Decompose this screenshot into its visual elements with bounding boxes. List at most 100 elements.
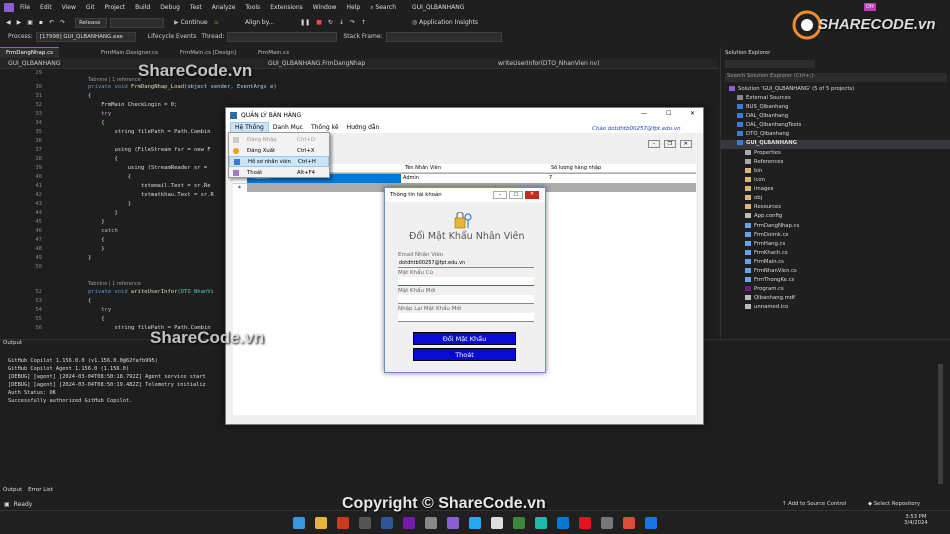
dialog-minimize-icon[interactable]: – xyxy=(493,191,507,199)
menu-item-ho-so-nhan-vien[interactable]: Hồ sơ nhân viên Ctrl+H xyxy=(229,156,329,167)
thread-select[interactable] xyxy=(227,31,338,42)
tree-item[interactable]: DTO_Qlbanhang xyxy=(737,131,789,137)
app-icon[interactable] xyxy=(359,516,371,529)
codelens[interactable]: Tabnine | 1 reference xyxy=(88,281,141,287)
dialog-titlebar[interactable]: Thông tin tài khoản – ☐ ✕ xyxy=(385,188,545,202)
menu-tools[interactable]: Tools xyxy=(245,4,260,11)
tree-item[interactable]: Resources xyxy=(745,204,781,210)
codelens[interactable]: Tabnine | 1 reference xyxy=(88,77,141,83)
tree-item[interactable]: obj xyxy=(745,195,762,201)
header-ten-nhan-vien[interactable]: Tên Nhân Viên xyxy=(405,165,441,171)
tree-item[interactable]: Solution 'GUI_QLBANHANG' (5 of 5 project… xyxy=(729,86,854,92)
restart-icon[interactable]: ↻ xyxy=(328,19,333,26)
tree-item[interactable]: FrmDoimk.cs xyxy=(745,232,788,238)
menu-item-thoat[interactable]: Thoát Alt+F4 xyxy=(229,167,329,178)
vs-logo-icon[interactable] xyxy=(4,3,14,12)
stop-icon[interactable]: ■ xyxy=(316,19,322,26)
tree-item[interactable]: DAL_Qlbanhang xyxy=(737,113,788,119)
cell-qty[interactable]: 7 xyxy=(549,175,552,181)
nav-member[interactable]: writeUserInfor(DTO_NhanVien nv) xyxy=(498,60,599,67)
continue-button[interactable]: ▶ Continue xyxy=(174,19,208,26)
cell-name[interactable]: Admin xyxy=(403,175,419,181)
minimize-icon[interactable]: — xyxy=(641,110,647,117)
child-close-icon[interactable]: ✕ xyxy=(679,140,692,148)
confirm-password-field[interactable] xyxy=(398,313,534,322)
tree-item[interactable]: FrmThongKe.cs xyxy=(745,277,794,283)
config-select[interactable]: Release xyxy=(75,17,108,28)
solution-search-input[interactable]: Search Solution Explorer (Ctrl+;) xyxy=(725,73,947,82)
change-password-button[interactable]: Đổi Mật Khẩu xyxy=(413,332,516,345)
app-icon[interactable] xyxy=(557,516,569,529)
tab-frmmain-cs[interactable]: FrmMain.cs xyxy=(252,47,295,58)
powerpoint-icon[interactable] xyxy=(337,516,349,529)
app-icon[interactable] xyxy=(601,516,613,529)
align-by[interactable]: Align by... xyxy=(245,19,274,26)
github-icon[interactable] xyxy=(491,516,503,529)
tree-item[interactable]: Qlbanhang.mdf xyxy=(745,295,795,301)
edge-icon[interactable] xyxy=(535,516,547,529)
menu-item-dang-xuat[interactable]: Đăng Xuất Ctrl+X xyxy=(229,145,329,156)
tree-item[interactable]: References xyxy=(745,159,783,165)
tree-item[interactable]: icon xyxy=(745,177,765,183)
tree-item[interactable]: FrmNhanVien.cs xyxy=(745,268,797,274)
tree-item[interactable]: FrmMain.cs xyxy=(745,259,784,265)
tree-item[interactable]: External Sources xyxy=(737,95,791,101)
menu-file[interactable]: File xyxy=(20,4,30,11)
chrome-icon[interactable] xyxy=(623,516,635,529)
onenote-icon[interactable] xyxy=(403,516,415,529)
menu-analyze[interactable]: Analyze xyxy=(212,4,236,11)
hot-reload-icon[interactable]: ♨ xyxy=(214,19,219,26)
process-select[interactable]: [17998] GUI_QLBANHANG.exe xyxy=(35,31,136,42)
tab-frmmain-designer-cs[interactable]: FrmMain.Designer.cs xyxy=(95,47,164,58)
menu-test[interactable]: Test xyxy=(190,4,202,11)
visual-studio-icon[interactable] xyxy=(447,516,459,529)
menu-git[interactable]: Git xyxy=(86,4,95,11)
tree-item[interactable]: unnamed.ico xyxy=(745,304,788,310)
step-into-icon[interactable]: ↓ xyxy=(339,19,344,26)
tab-frmmain-design[interactable]: FrmMain.cs [Design] xyxy=(174,47,242,58)
undo-icon[interactable]: ↶ xyxy=(49,19,54,26)
tree-item[interactable]: DAL_QlbanhangTests xyxy=(737,122,801,128)
redo-icon[interactable]: ↷ xyxy=(60,19,65,26)
stack-frame-select[interactable] xyxy=(385,31,502,42)
pause-icon[interactable]: ❚❚ xyxy=(300,19,310,26)
vscode-icon[interactable] xyxy=(469,516,481,529)
menu-build[interactable]: Build xyxy=(135,4,150,11)
nav-class[interactable]: GUI_QLBANHANG.FrmDangNhap xyxy=(268,60,468,67)
tree-item[interactable]: FrmHang.cs xyxy=(745,241,785,247)
dialog-maximize-icon[interactable]: ☐ xyxy=(509,191,523,199)
exit-button[interactable]: Thoát xyxy=(413,348,516,361)
tree-item[interactable]: BUS_Qlbanhang xyxy=(737,104,788,110)
search-box[interactable]: ⌕ Search xyxy=(370,4,396,12)
menu-huong-dan[interactable]: Hướng dẫn xyxy=(343,122,384,133)
app-icon[interactable] xyxy=(579,516,591,529)
email-field[interactable]: dotdhtb00257@fpt.edu.vn xyxy=(398,259,534,268)
tree-item[interactable]: Properties xyxy=(745,150,781,156)
app-titlebar[interactable]: QUẢN LÝ BÁN HÀNG — ☐ ✕ xyxy=(226,108,703,122)
lifecycle-events[interactable]: Lifecycle Events xyxy=(148,33,197,40)
tree-item[interactable]: bin xyxy=(745,168,762,174)
maximize-icon[interactable]: ☐ xyxy=(666,110,671,117)
new-row[interactable]: * xyxy=(233,183,247,192)
menu-help[interactable]: Help xyxy=(346,4,360,11)
tree-item-selected[interactable]: GUI_QLBANHANG xyxy=(721,140,950,149)
tree-item[interactable]: FrmKhach.cs xyxy=(745,250,788,256)
start-icon[interactable] xyxy=(293,516,305,529)
add-source-control[interactable]: ↑ Add to Source Control xyxy=(782,501,846,507)
back-icon[interactable]: ◀ xyxy=(6,19,11,26)
menu-edit[interactable]: Edit xyxy=(40,4,52,11)
new-file-icon[interactable]: ▣ xyxy=(27,19,33,26)
header-so-luong[interactable]: Số lượng hàng nhập xyxy=(551,165,601,171)
menu-project[interactable]: Project xyxy=(105,4,126,11)
app-icon[interactable] xyxy=(425,516,437,529)
dialog-close-icon[interactable]: ✕ xyxy=(525,191,539,199)
running-app-icon[interactable] xyxy=(645,516,657,529)
old-password-field[interactable] xyxy=(398,277,534,286)
platform-select[interactable] xyxy=(110,17,165,28)
file-explorer-icon[interactable] xyxy=(315,516,327,529)
nav-project[interactable]: GUI_QLBANHANG xyxy=(8,60,158,67)
forward-icon[interactable]: ▶ xyxy=(17,19,22,26)
clock[interactable]: 3:53 PM 3/4/2024 xyxy=(904,514,928,526)
tab-error-list[interactable]: Error List xyxy=(28,487,53,493)
step-over-icon[interactable]: ↷ xyxy=(350,19,355,26)
